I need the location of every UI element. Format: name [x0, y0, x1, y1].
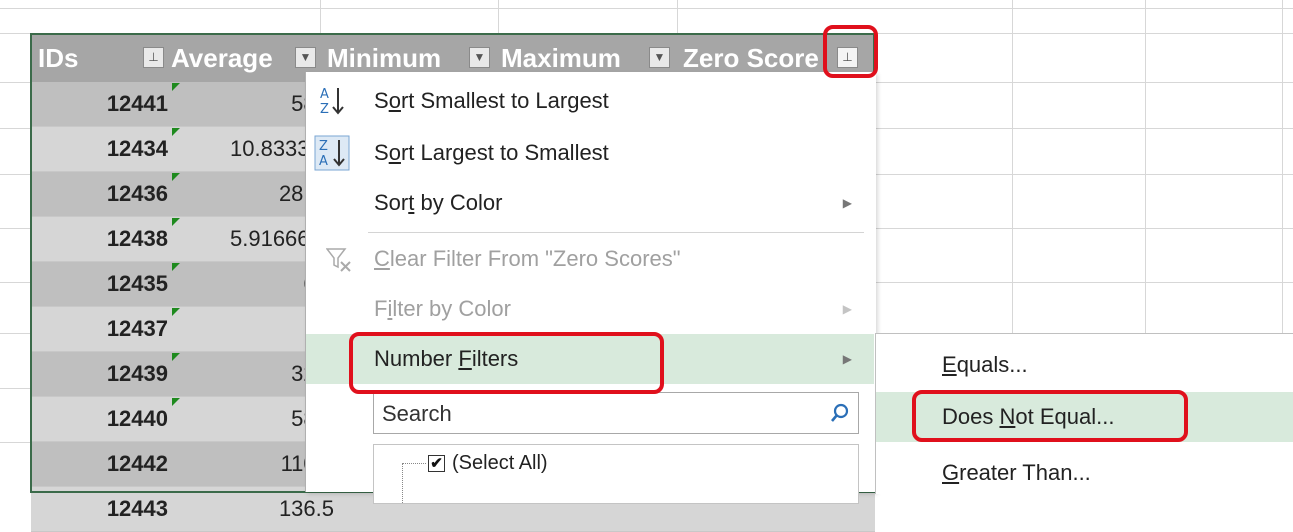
cell-id[interactable]: 12435	[31, 262, 170, 306]
submenu-equals[interactable]: Equals...	[876, 340, 1293, 390]
submenu-label: Does Not Equal...	[942, 404, 1115, 429]
filter-dropdown-menu: A Z Sort Smallest to Largest Z A Sort La…	[305, 72, 876, 504]
submenu-arrow-icon: ▶	[842, 302, 852, 316]
error-indicator-icon	[172, 353, 180, 361]
error-indicator-icon	[172, 128, 180, 136]
menu-number-filters[interactable]: Number Filters ▶	[306, 334, 874, 384]
cell-id[interactable]: 12441	[31, 82, 170, 126]
menu-label: Filter by Color	[374, 296, 511, 321]
header-ids: IDs	[38, 43, 79, 73]
filter-button-zero-scores[interactable]: ⊥	[837, 47, 858, 68]
error-indicator-icon	[172, 308, 180, 316]
svg-text:A: A	[320, 87, 329, 102]
cell-id[interactable]: 12436	[31, 172, 170, 216]
filter-button-minimum[interactable]: ▼	[469, 47, 490, 68]
select-all-label: (Select All)	[452, 452, 548, 474]
error-indicator-icon	[172, 398, 180, 406]
menu-label: Sort Smallest to Largest	[374, 88, 609, 113]
menu-separator	[368, 232, 864, 233]
menu-clear-filter[interactable]: Clear Filter From "Zero Scores"	[306, 234, 874, 284]
cell-id[interactable]: 12442	[31, 442, 170, 486]
submenu-arrow-icon: ▶	[842, 196, 852, 210]
error-indicator-icon	[172, 263, 180, 271]
filter-search-box[interactable]	[373, 392, 859, 434]
tree-connector	[402, 463, 403, 503]
filter-button-maximum[interactable]: ▼	[649, 47, 670, 68]
menu-label: Clear Filter From "Zero Scores"	[374, 246, 681, 271]
sort-descending-icon: Z A	[314, 135, 350, 171]
sort-ascending-icon: A Z	[320, 87, 344, 117]
cell-id[interactable]: 12437	[31, 307, 170, 351]
submenu-does-not-equal[interactable]: Does Not Equal...	[876, 392, 1293, 442]
svg-text:A: A	[319, 154, 328, 169]
error-indicator-icon	[172, 173, 180, 181]
error-indicator-icon	[172, 218, 180, 226]
search-input[interactable]	[380, 399, 814, 429]
submenu-label: Greater Than...	[942, 460, 1091, 485]
menu-label: Sort Largest to Smallest	[374, 140, 609, 165]
cell-id[interactable]: 12438	[31, 217, 170, 261]
tree-connector	[402, 463, 426, 464]
clear-filter-icon	[326, 248, 351, 272]
cell-average[interactable]: 136.5	[172, 487, 334, 531]
cell-id[interactable]: 12439	[31, 352, 170, 396]
filter-button-ids[interactable]: ⊥	[143, 47, 164, 68]
submenu-greater-than[interactable]: Greater Than...	[876, 448, 1293, 498]
menu-sort-ascending[interactable]: A Z Sort Smallest to Largest	[306, 76, 874, 126]
filter-button-average[interactable]: ▼	[295, 47, 316, 68]
header-maximum: Maximum	[501, 43, 621, 73]
cell-id[interactable]: 12440	[31, 397, 170, 441]
cell-id[interactable]: 12434	[31, 127, 170, 171]
select-all-checkbox[interactable]: ✔	[428, 455, 445, 472]
menu-sort-descending[interactable]: Z A Sort Largest to Smallest	[306, 128, 874, 178]
header-average: Average	[171, 43, 273, 73]
cell-id[interactable]: 12443	[31, 487, 170, 531]
menu-label: Number Filters	[374, 346, 519, 371]
submenu-arrow-icon: ▶	[842, 352, 852, 366]
number-filters-submenu: Equals... Does Not Equal... Greater Than…	[875, 333, 1293, 494]
filter-values-list: ✔ (Select All)	[373, 444, 859, 504]
header-minimum: Minimum	[327, 43, 442, 73]
svg-text:Z: Z	[319, 139, 328, 154]
menu-label: Sort by Color	[374, 190, 503, 215]
error-indicator-icon	[172, 83, 180, 91]
submenu-label: Equals...	[942, 352, 1028, 377]
menu-sort-by-color[interactable]: Sort by Color ▶	[306, 178, 874, 228]
menu-filter-by-color[interactable]: Filter by Color ▶	[306, 284, 874, 334]
svg-text:Z: Z	[320, 102, 329, 117]
header-zero-scores: Zero Score	[683, 43, 819, 73]
search-icon	[831, 403, 849, 422]
